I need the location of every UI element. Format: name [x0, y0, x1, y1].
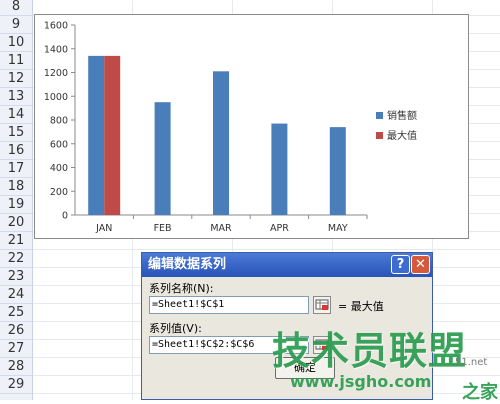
row-header: 8 9 10 11 12 13 14 15 16 17 18 19 20 21 22 23 24 25 26 27 28… [0, 0, 33, 400]
y-tick-label: 200 [50, 187, 68, 198]
x-tick-label: JAN [95, 223, 112, 234]
y-tick-label: 1400 [44, 44, 68, 55]
row-number[interactable]: 11 [0, 52, 32, 70]
row-number[interactable]: 25 [0, 304, 32, 322]
x-tick-label: APR [270, 223, 289, 234]
y-tick-label: 0 [62, 211, 68, 222]
row-number[interactable]: 26 [0, 322, 32, 340]
row-number[interactable]: 23 [0, 268, 32, 286]
row-number[interactable]: 9 [0, 16, 32, 34]
watermark-logo-text: 技术员联盟 [272, 329, 468, 373]
row-number[interactable]: 14 [0, 106, 32, 124]
row-gridline [33, 249, 500, 250]
series-name-ref-button[interactable] [313, 296, 331, 314]
chart-area[interactable]: 0 200 400 600 800 1000 1200 1400 1600 JAN FEB MAR AP… [34, 14, 469, 239]
row-number[interactable]: 21 [0, 232, 32, 250]
bar-chart[interactable]: 0 200 400 600 800 1000 1200 1400 1600 JAN FEB MAR AP… [35, 15, 468, 238]
y-tick-label: 400 [50, 163, 68, 174]
legend-label: 销售额 [387, 109, 417, 122]
row-number[interactable]: 13 [0, 88, 32, 106]
row-number[interactable]: 19 [0, 196, 32, 214]
y-tick-label: 1000 [44, 92, 68, 103]
bar-sales [154, 102, 171, 215]
help-button[interactable]: ? [391, 255, 410, 274]
row-number[interactable]: 22 [0, 250, 32, 268]
row-number[interactable]: 18 [0, 178, 32, 196]
row-number[interactable]: 10 [0, 34, 32, 52]
series-name-preview: = 最大值 [338, 300, 384, 313]
watermark-suffix: 之家 [462, 382, 498, 403]
x-tick-label: MAY [328, 223, 348, 234]
range-select-icon [315, 299, 329, 310]
row-number[interactable]: 8 [0, 0, 32, 16]
series-values-label: 系列值(V): [149, 322, 202, 335]
row-number[interactable]: 16 [0, 142, 32, 160]
legend-swatch [376, 132, 383, 139]
y-tick-label: 600 [50, 139, 68, 150]
row-number[interactable]: 17 [0, 160, 32, 178]
y-tick-label: 800 [50, 116, 68, 127]
x-tick-label: MAR [210, 223, 232, 234]
series-name-label: 系列名称(N): [149, 282, 214, 295]
row-number[interactable]: 15 [0, 124, 32, 142]
legend-label: 最大值 [387, 129, 417, 142]
bar-sales [88, 55, 105, 215]
bar-sales [213, 71, 229, 215]
bar-sales [329, 127, 346, 215]
watermark-side: 51.net [455, 357, 488, 368]
x-tick-label: FEB [154, 223, 172, 234]
row-number[interactable]: 29 [0, 376, 32, 394]
row-number[interactable]: 12 [0, 70, 32, 88]
bar-sales [271, 123, 288, 215]
row-number[interactable]: 20 [0, 214, 32, 232]
y-tick-label: 1200 [44, 68, 68, 79]
row-number[interactable]: 24 [0, 286, 32, 304]
watermark-url: www.jsgho.com [290, 372, 432, 391]
close-button[interactable]: ✕ [411, 255, 430, 274]
series-name-input[interactable]: =Sheet1!$C$1 [149, 296, 309, 314]
legend-swatch [376, 112, 383, 119]
dialog-titlebar[interactable]: 编辑数据系列 ? ✕ [142, 253, 432, 277]
dialog-title: 编辑数据系列 [148, 257, 227, 272]
bar-max [104, 55, 121, 215]
row-number[interactable]: 28 [0, 358, 32, 376]
y-tick-label: 1600 [44, 21, 68, 32]
row-number[interactable]: 27 [0, 340, 32, 358]
